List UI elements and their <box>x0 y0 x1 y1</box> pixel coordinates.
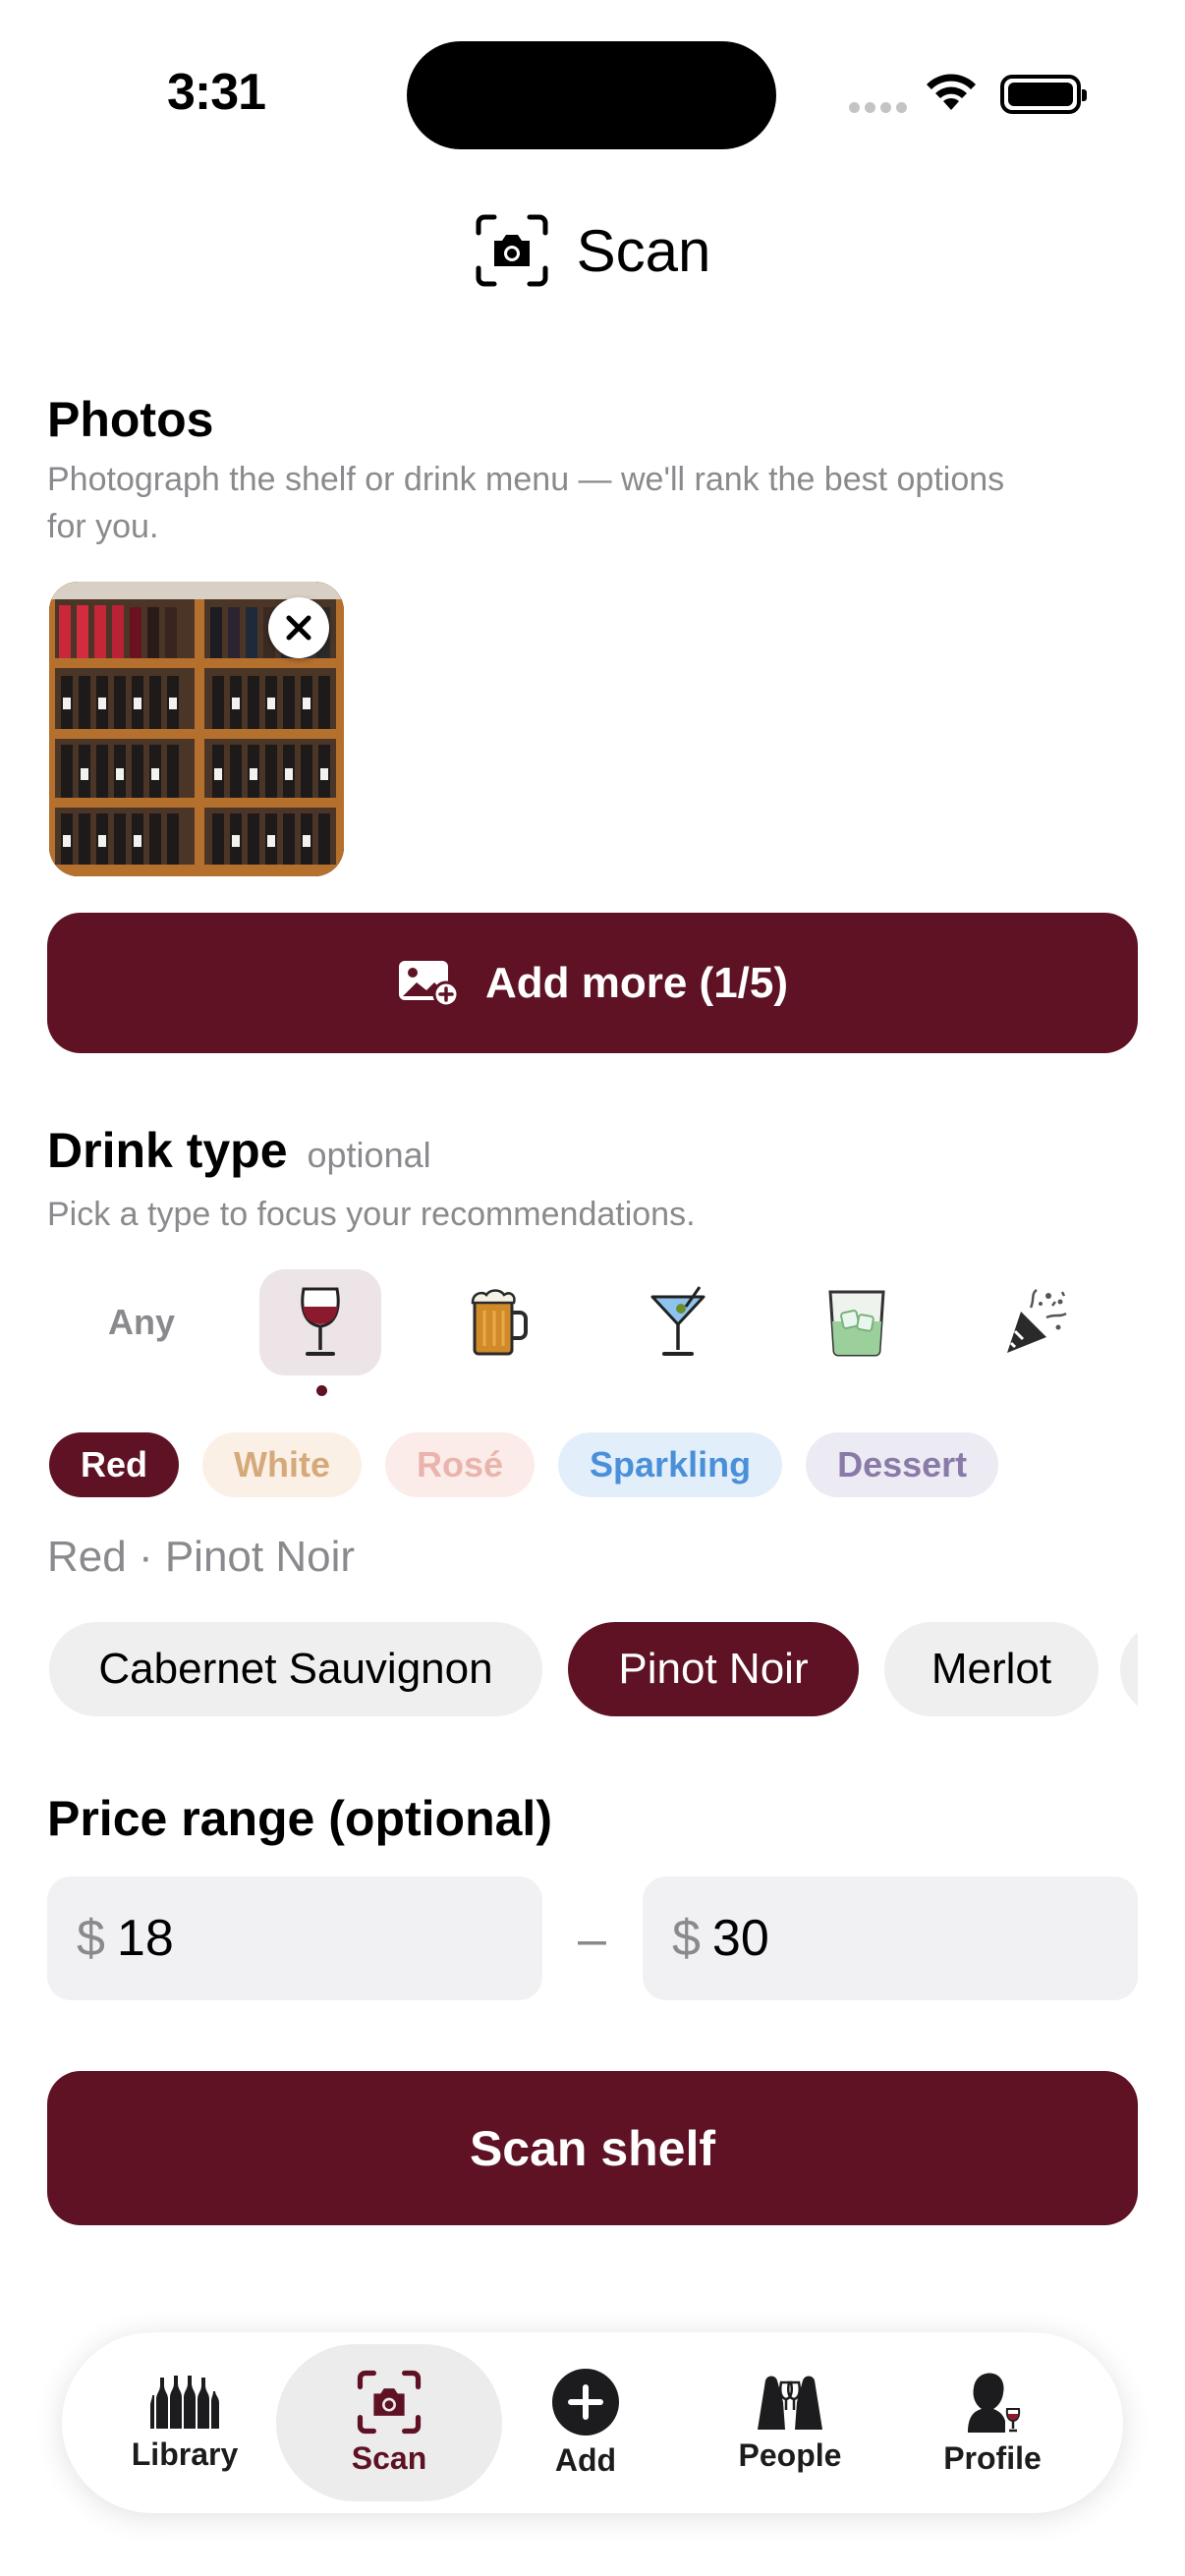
drink-type-spirits[interactable] <box>796 1269 918 1375</box>
tab-people-label: People <box>738 2436 842 2473</box>
tab-add-label: Add <box>554 2441 617 2478</box>
current-selection-label: Red · Pinot Noir <box>47 1533 356 1581</box>
grape-chip-more[interactable] <box>1120 1622 1138 1716</box>
camera-viewfinder-icon <box>357 2370 422 2434</box>
wine-glass-icon <box>301 1287 340 1356</box>
cellular-signal-icon <box>849 102 908 116</box>
martini-glass-icon <box>650 1286 705 1356</box>
tab-library-label: Library <box>131 2436 239 2472</box>
dynamic-island <box>407 41 776 149</box>
price-range-heading: Price range (optional) <box>47 1791 552 1846</box>
wine-bottles-icon <box>150 2375 219 2429</box>
beer-mug-icon <box>471 1289 528 1356</box>
tab-people[interactable]: People <box>687 2344 893 2501</box>
drink-type-beer[interactable] <box>438 1269 560 1375</box>
drink-type-wine[interactable] <box>259 1269 381 1375</box>
close-icon <box>286 615 311 641</box>
drink-type-optional: optional <box>307 1135 431 1175</box>
wine-style-chips: Red White Rosé Sparkling Dessert <box>49 1432 999 1497</box>
profile-wine-icon <box>968 2373 1021 2433</box>
remove-photo-button[interactable] <box>268 597 329 658</box>
tab-profile-label: Profile <box>943 2439 1042 2476</box>
drink-type-subtitle: Pick a type to focus your recommendation… <box>47 1196 696 1233</box>
price-range-dash: – <box>578 1911 606 1968</box>
grape-chip-merlot[interactable]: Merlot <box>884 1622 1099 1716</box>
drink-type-any[interactable]: Any <box>81 1269 202 1375</box>
grape-varietal-chips: Cabernet Sauvignon Pinot Noir Merlot <box>49 1622 1138 1716</box>
price-max-field[interactable]: $ 30 <box>643 1876 1138 2000</box>
photo-add-icon <box>398 960 460 1007</box>
style-chip-dessert[interactable]: Dessert <box>806 1432 999 1497</box>
wifi-icon <box>927 74 976 110</box>
scan-shelf-button[interactable]: Scan shelf <box>47 2071 1138 2225</box>
drink-type-cocktail[interactable] <box>617 1269 739 1375</box>
price-max-value: 30 <box>711 1910 769 1967</box>
tab-scan-label: Scan <box>351 2439 427 2476</box>
tab-scan[interactable]: Scan <box>276 2344 502 2501</box>
drink-type-selector: Any <box>47 1269 1138 1377</box>
plus-circle-icon <box>552 2368 619 2436</box>
add-more-photos-button[interactable]: Add more (1/5) <box>47 913 1138 1053</box>
style-chip-sparkling[interactable]: Sparkling <box>558 1432 783 1497</box>
photos-subtitle-line1: Photograph the shelf or drink menu — we'… <box>47 461 1005 498</box>
grape-chip-pinot-noir[interactable]: Pinot Noir <box>568 1622 859 1716</box>
camera-viewfinder-icon <box>476 214 548 287</box>
battery-icon <box>1000 75 1087 114</box>
status-time: 3:31 <box>167 64 266 121</box>
whiskey-glass-icon <box>828 1290 885 1357</box>
style-chip-rose[interactable]: Rosé <box>385 1432 536 1497</box>
drink-type-selected-indicator <box>316 1385 327 1396</box>
price-min-value: 18 <box>116 1910 174 1967</box>
page-title: Scan <box>0 206 1185 295</box>
grape-chip-cabernet[interactable]: Cabernet Sauvignon <box>49 1622 542 1716</box>
style-chip-red[interactable]: Red <box>49 1432 180 1497</box>
people-toast-icon <box>758 2376 822 2430</box>
photos-subtitle-line2: for you. <box>47 508 159 545</box>
tab-bar: Library Scan Add People Profile <box>62 2332 1123 2513</box>
style-chip-white[interactable]: White <box>202 1432 362 1497</box>
tab-add[interactable]: Add <box>482 2344 689 2501</box>
drink-type-title: Drink type <box>47 1123 288 1178</box>
status-bar: 3:31 <box>0 0 1185 187</box>
drink-type-any-label: Any <box>107 1302 175 1342</box>
add-more-label: Add more (1/5) <box>484 958 789 1007</box>
price-min-currency: $ <box>77 1910 105 1967</box>
drink-type-party[interactable] <box>975 1269 1097 1375</box>
party-popper-icon <box>1007 1288 1067 1353</box>
price-max-currency: $ <box>672 1910 701 1967</box>
page-title-label: Scan <box>576 217 711 284</box>
price-min-field[interactable]: $ 18 <box>47 1876 542 2000</box>
drink-type-heading: Drink type optional <box>47 1122 431 1179</box>
tab-profile[interactable]: Profile <box>889 2344 1096 2501</box>
photos-heading: Photos <box>47 392 214 447</box>
tab-library[interactable]: Library <box>82 2344 288 2501</box>
